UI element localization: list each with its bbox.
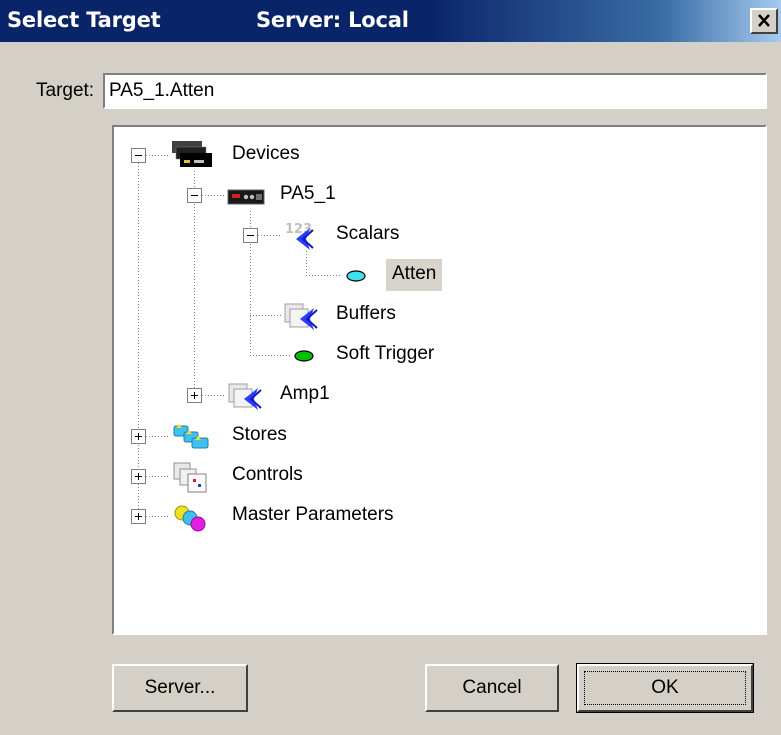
scalars-expander[interactable] xyxy=(243,228,258,243)
tree-label-master-parameters: Master Parameters xyxy=(232,504,394,525)
controls-expander[interactable] xyxy=(131,469,146,484)
master-parameters-expander[interactable] xyxy=(131,509,146,524)
tree-label-devices: Devices xyxy=(232,143,300,164)
scalars-icon: 123 xyxy=(285,222,314,250)
devices-expander[interactable] xyxy=(131,148,146,163)
cyan-oval-icon xyxy=(346,270,366,282)
title-bar[interactable]: Select Target Server: Local xyxy=(0,0,781,42)
ok-button[interactable]: OK xyxy=(576,663,754,713)
device-rack-icon xyxy=(227,189,265,205)
devices-stack-icon xyxy=(172,141,212,167)
close-button[interactable] xyxy=(750,8,778,34)
master-parameters-icon xyxy=(174,505,206,532)
tree-label-soft-trigger: Soft Trigger xyxy=(336,343,435,364)
target-label: Target: xyxy=(36,80,95,101)
cancel-button[interactable]: Cancel xyxy=(425,664,559,712)
target-input[interactable] xyxy=(103,73,767,109)
tree-label-amp1: Amp1 xyxy=(280,383,330,404)
tree-connector-lines xyxy=(138,155,342,517)
pa5-1-expander[interactable] xyxy=(187,188,202,203)
controls-icon xyxy=(173,462,207,493)
stores-icon xyxy=(173,424,209,449)
green-oval-icon xyxy=(294,350,314,362)
tree-label-scalars: Scalars xyxy=(336,223,400,244)
ok-button-label: OK xyxy=(651,677,679,698)
tree-label-buffers: Buffers xyxy=(336,303,396,324)
tree-label-pa5-1: PA5_1 xyxy=(280,183,336,204)
dialog-title: Select Target xyxy=(7,8,161,32)
stores-expander[interactable] xyxy=(131,429,146,444)
server-indicator: Server: Local xyxy=(256,8,409,32)
close-icon xyxy=(758,14,770,27)
server-button-label: Server... xyxy=(144,677,216,698)
cancel-button-label: Cancel xyxy=(462,677,522,698)
tree-label-stores: Stores xyxy=(232,424,287,445)
amp-icon xyxy=(228,383,262,410)
target-tree[interactable]: Devices PA5_1 123 Scalars Atten Buffers … xyxy=(112,125,767,635)
select-target-dialog: Select Target Server: Local Target: PA5_… xyxy=(0,0,781,735)
buffers-icon xyxy=(284,303,318,330)
tree-label-atten: Atten xyxy=(386,259,443,291)
amp1-expander[interactable] xyxy=(187,388,202,403)
tree-label-controls: Controls xyxy=(232,464,303,485)
server-button[interactable]: Server... xyxy=(112,664,248,712)
